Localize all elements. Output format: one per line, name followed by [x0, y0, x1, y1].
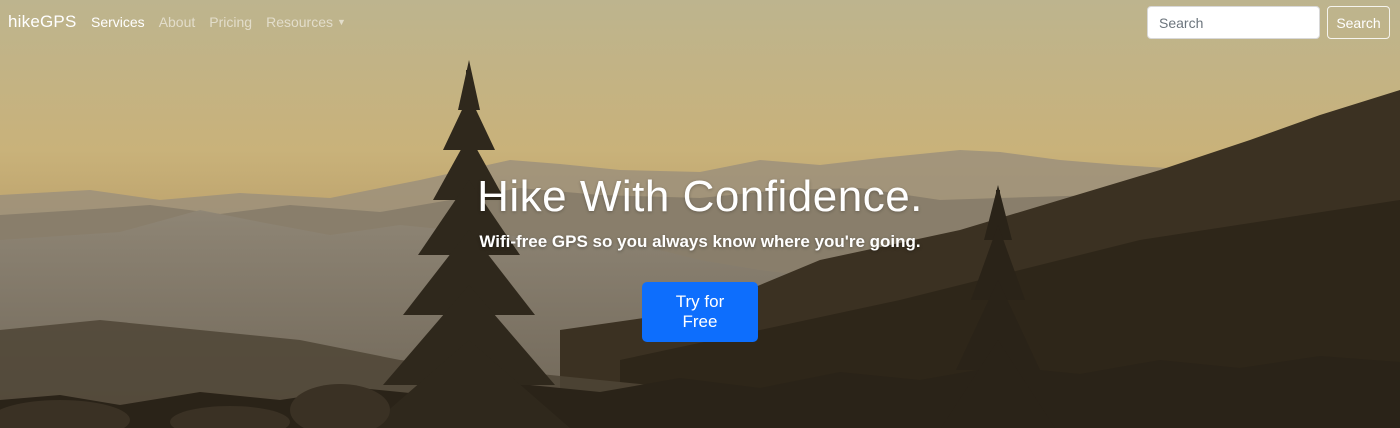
hero-content: Hike With Confidence. Wifi-free GPS so y…	[0, 172, 1400, 342]
brand-logo-link[interactable]: hikeGPS	[8, 12, 77, 32]
nav-links: Services About Pricing Resources ▼	[91, 14, 360, 30]
nav-dropdown-resources[interactable]: Resources ▼	[266, 14, 346, 30]
navbar: hikeGPS Services About Pricing Resources…	[0, 0, 1400, 46]
nav-link-pricing[interactable]: Pricing	[209, 14, 252, 30]
search-form: Search	[1147, 6, 1390, 39]
nav-dropdown-resources-label: Resources	[266, 14, 333, 30]
search-button[interactable]: Search	[1327, 6, 1390, 39]
hero-section: hikeGPS Services About Pricing Resources…	[0, 0, 1400, 428]
search-input[interactable]	[1147, 6, 1320, 39]
hero-subtitle: Wifi-free GPS so you always know where y…	[479, 232, 921, 251]
chevron-down-icon: ▼	[337, 17, 346, 27]
nav-link-services[interactable]: Services	[91, 14, 145, 30]
try-for-free-button[interactable]: Try for Free	[642, 282, 758, 342]
nav-link-about[interactable]: About	[159, 14, 196, 30]
hero-title: Hike With Confidence.	[477, 172, 923, 221]
